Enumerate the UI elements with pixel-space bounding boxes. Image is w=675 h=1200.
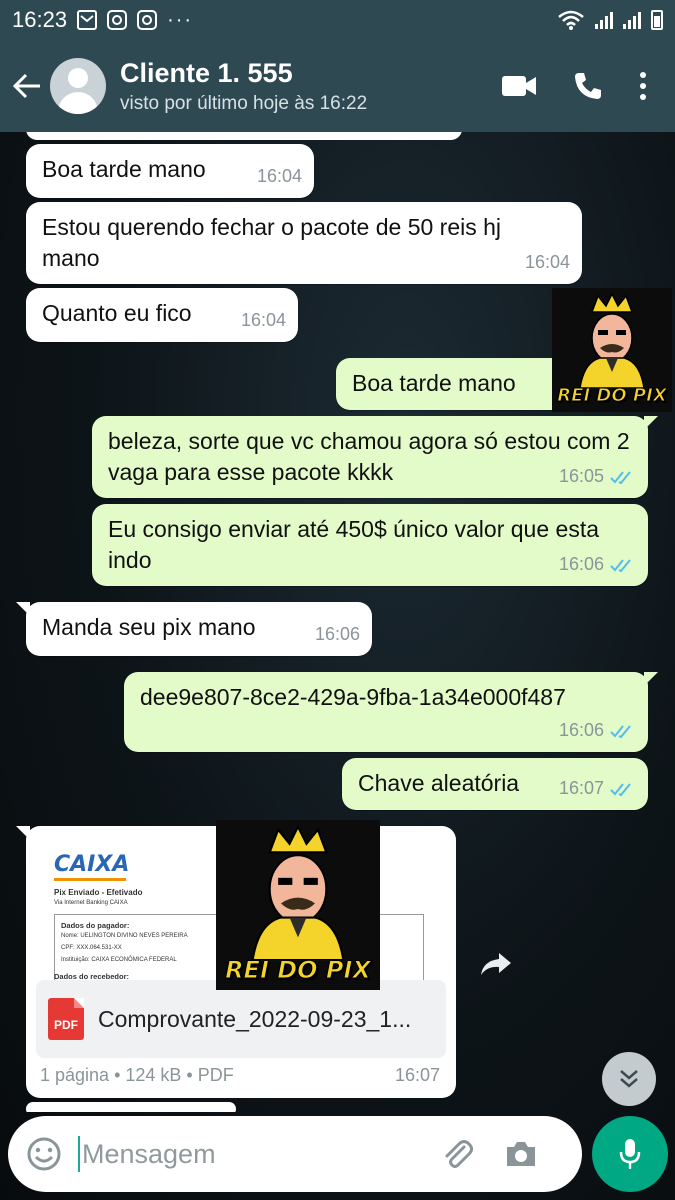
rei-do-pix-sticker[interactable]: REI DO PIX <box>552 288 672 412</box>
battery-icon <box>651 10 663 30</box>
attach-icon[interactable] <box>440 1137 474 1171</box>
message-composer <box>8 1116 582 1192</box>
wifi-icon <box>558 10 584 30</box>
back-arrow-icon <box>12 73 40 99</box>
document-time: 16:07 <box>394 1065 440 1085</box>
incoming-message[interactable]: Quanto eu fico 16:04 <box>26 288 298 342</box>
forward-icon <box>481 953 511 975</box>
back-button[interactable] <box>0 56 54 116</box>
signal-icon <box>623 11 641 29</box>
read-double-check-icon <box>610 558 631 572</box>
outgoing-message[interactable]: Eu consigo enviar até 450$ único valor q… <box>92 504 648 586</box>
king-mascot-icon <box>251 824 345 960</box>
read-double-check-icon <box>610 782 631 796</box>
message-time: 16:07 <box>558 778 604 798</box>
document-file-name: Comprovante_2022-09-23_1... <box>98 1005 412 1032</box>
doc-payer-heading: Dados do pagador: <box>61 921 130 930</box>
doc-payer-name: Nome: UELINGTON DIVINO NEVES PEREIRA <box>61 933 188 939</box>
emoji-icon[interactable] <box>26 1136 62 1172</box>
more-vert-icon[interactable] <box>639 71 647 101</box>
chat-area[interactable]: Boa tarde mano 16:04 Estou querendo fech… <box>0 132 675 1112</box>
king-mascot-icon <box>579 292 645 388</box>
contact-info[interactable]: Cliente 1. 555 visto por último hoje às … <box>120 58 367 115</box>
rei-do-pix-sticker[interactable]: REI DO PIX <box>216 820 380 990</box>
partial-message <box>26 132 462 140</box>
doc-payer-institution: Instituição: CAIXA ECONÔMICA FEDERAL <box>61 957 177 963</box>
doc-subtitle: Via Internet Banking CAIXA <box>54 900 128 906</box>
message-text: beleza, sorte que vc chamou agora só est… <box>108 428 630 485</box>
doc-title: Pix Enviado - Efetivado <box>54 888 143 897</box>
message-time: 16:04 <box>256 166 302 186</box>
message-input[interactable] <box>82 1138 412 1170</box>
status-time: 16:23 <box>12 7 68 32</box>
message-time: 16:06 <box>314 624 360 644</box>
message-text: Boa tarde mano <box>42 156 206 182</box>
read-double-check-icon <box>610 724 631 738</box>
phone-icon[interactable] <box>573 71 603 101</box>
message-text: Chave aleatória <box>358 770 520 796</box>
outgoing-message[interactable]: Boa tarde mano <box>336 358 578 410</box>
incoming-message[interactable]: Manda seu pix mano 16:06 <box>16 602 372 656</box>
caixa-logo-bar <box>54 878 126 881</box>
last-seen-status: visto por último hoje às 16:22 <box>120 92 368 114</box>
incoming-message[interactable]: Boa tarde mano 16:04 <box>26 144 314 198</box>
sticker-label: REI DO PIX <box>557 385 667 407</box>
read-double-check-icon <box>610 470 631 484</box>
outgoing-message[interactable]: dee9e807-8ce2-429a-9fba-1a34e000f487 16:… <box>124 672 658 752</box>
sticker-label: REI DO PIX <box>225 956 372 985</box>
doc-payer-cpf: CPF: XXX.064.531-XX <box>61 945 122 951</box>
partial-message <box>26 1102 236 1112</box>
microphone-icon <box>619 1139 641 1169</box>
doc-receiver-heading: Dados do recebedor: <box>54 972 130 980</box>
message-text: Quanto eu fico <box>42 300 192 326</box>
message-text: dee9e807-8ce2-429a-9fba-1a34e000f487 <box>140 684 566 710</box>
signal-icon <box>595 11 613 29</box>
gmail-icon <box>77 10 98 30</box>
avatar[interactable] <box>50 58 106 114</box>
instagram-icon <box>107 10 128 30</box>
double-chevron-down-icon <box>620 1070 638 1088</box>
outgoing-message[interactable]: beleza, sorte que vc chamou agora só est… <box>92 416 658 498</box>
message-text: Estou querendo fechar o pacote de 50 rei… <box>42 214 502 271</box>
camera-icon[interactable] <box>504 1139 538 1169</box>
message-text: Boa tarde mano <box>352 370 516 396</box>
document-info: 1 página • 124 kB • PDF <box>40 1065 234 1085</box>
voice-message-button[interactable] <box>592 1116 668 1192</box>
outgoing-message[interactable]: Chave aleatória 16:07 <box>342 758 648 810</box>
message-time: 16:04 <box>524 252 570 272</box>
forward-button[interactable] <box>476 944 516 984</box>
text-cursor <box>78 1136 80 1172</box>
message-time: 16:05 <box>558 466 604 486</box>
caixa-logo: CAIXA <box>54 852 130 877</box>
document-file-row[interactable]: PDF Comprovante_2022-09-23_1... <box>36 980 446 1058</box>
message-time: 16:04 <box>240 310 286 330</box>
more-notifications: ··· <box>167 8 194 31</box>
status-bar: 16:23 ··· <box>0 0 675 40</box>
message-text: Eu consigo enviar até 450$ único valor q… <box>108 516 599 573</box>
scroll-to-bottom-button[interactable] <box>602 1052 656 1106</box>
chat-header: Cliente 1. 555 visto por último hoje às … <box>0 40 675 132</box>
pdf-icon: PDF <box>48 998 84 1040</box>
contact-name: Cliente 1. 555 <box>120 57 293 88</box>
video-call-icon[interactable] <box>501 73 537 99</box>
message-time: 16:06 <box>558 720 604 740</box>
incoming-message[interactable]: Estou querendo fechar o pacote de 50 rei… <box>26 202 582 284</box>
message-time: 16:06 <box>558 554 604 574</box>
instagram-icon <box>137 10 158 30</box>
message-text: Manda seu pix mano <box>42 614 256 640</box>
